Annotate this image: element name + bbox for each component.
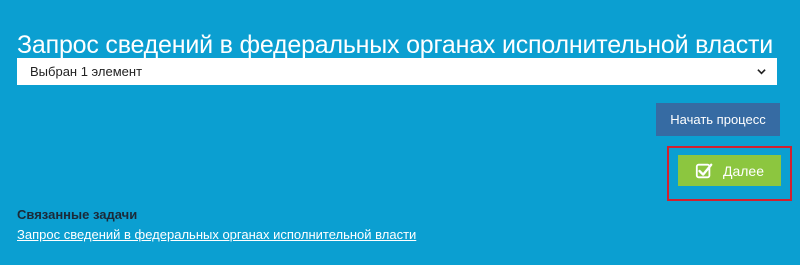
select-value: Выбран 1 элемент bbox=[30, 64, 143, 79]
related-task-link[interactable]: Запрос сведений в федеральных органах ис… bbox=[17, 227, 416, 242]
related-tasks-heading: Связанные задачи bbox=[17, 207, 138, 222]
next-button[interactable]: Далее bbox=[678, 155, 781, 186]
chevron-down-icon bbox=[757, 69, 766, 75]
checkbox-check-icon bbox=[695, 163, 713, 178]
next-button-label: Далее bbox=[722, 162, 764, 179]
page-title: Запрос сведений в федеральных органах ис… bbox=[17, 30, 774, 59]
element-select[interactable]: Выбран 1 элемент bbox=[17, 58, 777, 85]
start-process-button[interactable]: Начать процесс bbox=[656, 103, 780, 136]
